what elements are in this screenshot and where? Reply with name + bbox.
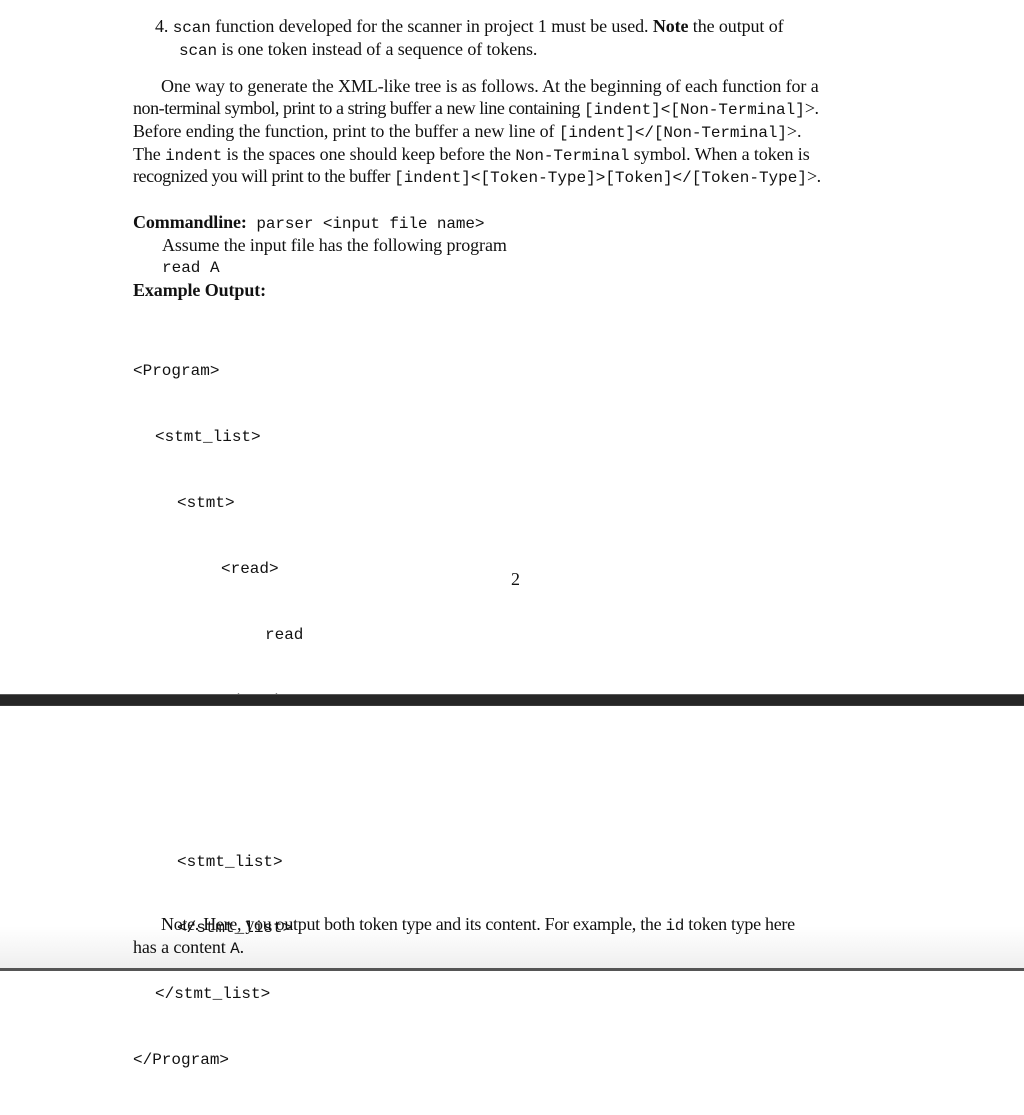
commandline-label: Commandline:: [133, 212, 247, 232]
text: >.: [786, 121, 802, 141]
command-code: parser <input file name>: [246, 215, 485, 233]
text: recognized you will print to the buffer: [133, 166, 395, 186]
page-separator: [0, 694, 1024, 706]
paragraph-line-1: One way to generate the XML-like tree is…: [161, 76, 819, 96]
inline-code: indent: [165, 147, 223, 165]
paragraph-line-2: non-terminal symbol, print to a string b…: [133, 97, 819, 121]
inline-code: scan: [172, 19, 211, 37]
output-line: read: [265, 626, 304, 644]
inline-code: [indent]</[Non-Terminal]: [558, 124, 787, 142]
inline-code: [indent]<[Token-Type]>[Token]</[Token-Ty…: [394, 169, 807, 187]
inline-code: id: [665, 917, 685, 935]
paragraph-line-5: recognized you will print to the buffer …: [133, 165, 821, 189]
list-number: 4.: [155, 16, 169, 36]
text: the output of: [688, 16, 784, 36]
output-line: <Program>: [133, 362, 220, 380]
page-number: 2: [511, 569, 520, 589]
output-line: <read>: [221, 560, 279, 578]
paragraph-line-4: The indent is the spaces one should keep…: [133, 143, 810, 167]
note-line-2: has a content A.: [133, 936, 244, 960]
text: >.: [804, 98, 819, 118]
text: function developed for the scanner in pr…: [210, 16, 653, 36]
text: Before ending the function, print to the…: [133, 121, 559, 141]
text: >.: [806, 166, 821, 186]
example-output-label: Example Output:: [133, 279, 266, 301]
text: has a content: [133, 937, 231, 957]
output-line: </stmt_list>: [155, 985, 271, 1003]
text: is the spaces one should keep before the: [222, 144, 516, 164]
document-page-2: 4. scan function developed for the scann…: [0, 0, 1024, 974]
list-item-4-line-1: 4. scan function developed for the scann…: [155, 15, 784, 39]
output-line: <stmt_list>: [177, 853, 283, 871]
output-line: <stmt_list>: [155, 428, 261, 446]
paragraph-line-3: Before ending the function, print to the…: [133, 120, 801, 144]
text: The: [133, 144, 166, 164]
list-item-4-line-2: scan is one token instead of a sequence …: [179, 38, 537, 62]
text: Note. Here, you output both token type a…: [161, 914, 666, 934]
inline-code: [indent]<[Non-Terminal]: [583, 101, 805, 119]
bold-text: Example Output:: [133, 280, 267, 300]
input-program: read A: [162, 259, 220, 277]
assume-text: Assume the input file has the following …: [162, 235, 507, 255]
text: token type here: [684, 914, 795, 934]
inline-code: Non-Terminal: [515, 147, 630, 165]
bold-text: Note: [652, 16, 689, 36]
inline-code: A: [230, 940, 240, 958]
output-line: <stmt>: [177, 494, 235, 512]
commandline-line: Commandline: parser <input file name>: [133, 211, 484, 235]
output-line: </Program>: [133, 1051, 230, 1069]
document-page-3: <stmt_list> </stmt_list> </stmt_list> </…: [0, 706, 1024, 1069]
text: symbol. When a token is: [629, 144, 810, 164]
text: non-terminal symbol, print to a string b…: [133, 98, 584, 118]
inline-code: scan: [179, 42, 218, 60]
note-line-1: Note. Here, you output both token type a…: [161, 913, 795, 937]
text: .: [239, 937, 245, 957]
text: is one token instead of a sequence of to…: [217, 39, 538, 59]
example-output-code-continued: <stmt_list> </stmt_list> </stmt_list> </…: [133, 807, 292, 1115]
